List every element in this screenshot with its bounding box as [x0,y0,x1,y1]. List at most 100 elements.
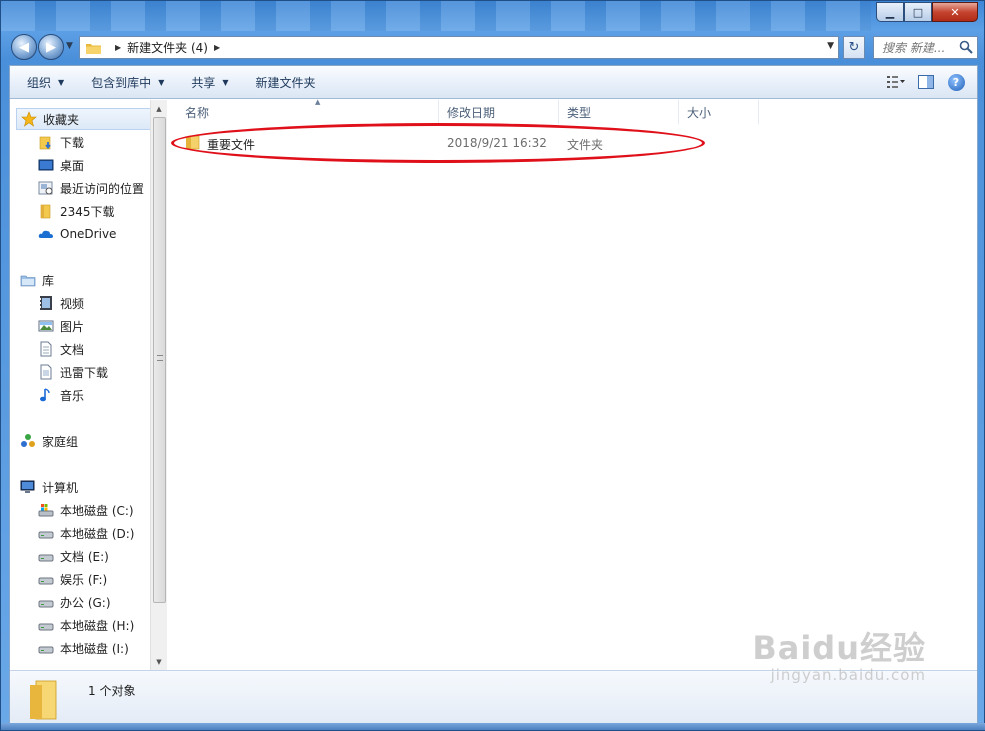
column-header-type[interactable]: 类型 [559,100,679,124]
navigation-pane: 收藏夹 下载 桌面 最近访问的位置 2345下载 OneDrive 库 视频 图… [10,100,165,670]
dropdown-arrow-icon: ▼ [158,77,165,87]
hard-drive-icon [38,623,54,631]
nav-computer-label: 计算机 [42,480,79,495]
column-header-size[interactable]: 大小 [679,100,759,124]
close-button[interactable]: ✕ [932,2,978,22]
hard-drive-icon [38,600,54,608]
share-label: 共享 [191,75,216,90]
sort-ascending-icon: ▲ [315,98,321,106]
breadcrumb-chevron-icon[interactable]: ▶ [214,43,220,52]
view-options-icon [887,76,905,88]
address-bar[interactable]: ▶ 新建文件夹 (4) ▶ ▼ [79,36,839,59]
desktop-background-strip [1,1,871,31]
help-icon: ? [947,73,965,91]
preview-pane-button[interactable] [917,73,935,91]
scrollbar-thumb[interactable] [153,117,166,603]
minimize-button[interactable]: ▁ [876,2,904,22]
back-button[interactable]: ◀ [11,34,37,60]
new-folder-button[interactable]: 新建文件夹 [239,66,326,98]
scrollbar-grip-icon [157,355,163,361]
preview-pane-icon [918,75,934,89]
watermark-url: jingyan.baidu.com [770,666,926,684]
nav-item-label: 本地磁盘 (C:) [60,503,134,518]
breadcrumb-chevron-icon[interactable]: ▶ [115,43,121,52]
change-view-button[interactable] [887,73,905,91]
download-library-icon [40,364,52,380]
nav-item-label: 本地磁盘 (D:) [60,526,135,541]
window-bottom-border [1,723,985,730]
new-folder-label: 新建文件夹 [255,75,316,90]
red-highlight-ellipse [171,123,705,163]
search-icon[interactable] [959,40,973,54]
help-button[interactable]: ? [947,73,965,91]
nav-item-label: 文档 (E:) [60,549,109,564]
video-icon [40,296,52,310]
share-menu[interactable]: 共享 ▼ [174,66,238,98]
system-drive-icon [38,504,54,517]
column-header-label: 名称 [185,105,210,120]
dropdown-arrow-icon: ▼ [58,77,65,87]
download-folder-icon [39,136,51,150]
nav-libraries-label: 库 [42,273,55,288]
refresh-button[interactable]: ↻ [843,36,865,59]
nav-computer[interactable]: 计算机 [20,476,160,498]
nav-item-label: 办公 (G:) [60,595,111,610]
column-header-label: 大小 [687,105,712,120]
watermark-brand: Baidu经验 [752,629,926,667]
include-in-library-menu[interactable]: 包含到库中 ▼ [74,66,174,98]
hard-drive-icon [38,646,54,654]
dropdown-arrow-icon: ▼ [222,77,229,87]
scroll-down-arrow-icon[interactable]: ▼ [151,653,167,670]
item-count: 1 个对象 [88,684,136,698]
nav-favorites[interactable]: 收藏夹 [16,108,156,130]
folder-icon [40,204,51,219]
nav-item-label: 娱乐 (F:) [60,572,108,587]
column-header-label: 修改日期 [447,105,496,120]
nav-item-label: 音乐 [60,388,85,403]
breadcrumb-current[interactable]: 新建文件夹 (4) [127,39,208,56]
nav-item-label: 最近访问的位置 [60,181,145,196]
nav-homegroup-label: 家庭组 [42,434,79,449]
large-folder-icon [30,680,57,720]
nav-item-label: 下载 [60,135,85,150]
maximize-button[interactable]: □ [904,2,932,22]
file-list-view: ▲ 名称 修改日期 类型 大小 重要文件 2018/9/21 16:32 文件夹 [167,98,977,670]
scroll-up-arrow-icon[interactable]: ▲ [151,100,167,117]
nav-item-label: 本地磁盘 (H:) [60,618,135,633]
music-note-icon [40,388,50,402]
recent-pages-dropdown[interactable]: ▼ [66,41,73,51]
nav-homegroup[interactable]: 家庭组 [20,430,160,452]
nav-item-label: 视频 [60,296,85,311]
hard-drive-icon [38,531,54,539]
nav-favorites-label: 收藏夹 [43,112,80,127]
include-in-library-label: 包含到库中 [91,75,152,90]
organize-menu[interactable]: 组织 ▼ [10,66,74,98]
hard-drive-icon [38,577,54,585]
folder-icon [86,43,101,54]
nav-item-label: 本地磁盘 (I:) [60,641,129,656]
homegroup-icon [21,434,35,447]
navigation-scrollbar[interactable]: ▲ ▼ [150,100,167,670]
nav-item-label: OneDrive [60,227,117,241]
navigation-bar: ◀ ▶ ▼ ▶ 新建文件夹 (4) ▶ ▼ ↻ 搜索 新建... [9,33,978,61]
baidu-jingyan-watermark: Baidu经验 jingyan.baidu.com [752,623,926,684]
organize-label: 组织 [27,75,52,90]
nav-item-label: 桌面 [60,158,85,173]
column-header-name[interactable]: ▲ 名称 [177,98,439,124]
column-header-date[interactable]: 修改日期 [439,100,559,124]
picture-icon [38,320,54,332]
document-icon [40,341,52,357]
address-history-dropdown[interactable]: ▼ [827,41,834,51]
search-input[interactable]: 搜索 新建... [873,36,978,59]
onedrive-cloud-icon [38,230,53,238]
back-arrow-icon: ◀ [19,39,29,55]
desktop-icon [38,159,54,171]
forward-button[interactable]: ▶ [38,34,64,60]
hard-drive-icon [38,554,54,562]
forward-arrow-icon: ▶ [46,39,56,55]
nav-libraries[interactable]: 库 [20,269,160,291]
nav-item-label: 迅雷下载 [60,365,109,380]
computer-icon [20,480,35,493]
toolbar-right-tools: ? [875,66,965,98]
recent-places-icon [38,181,53,195]
